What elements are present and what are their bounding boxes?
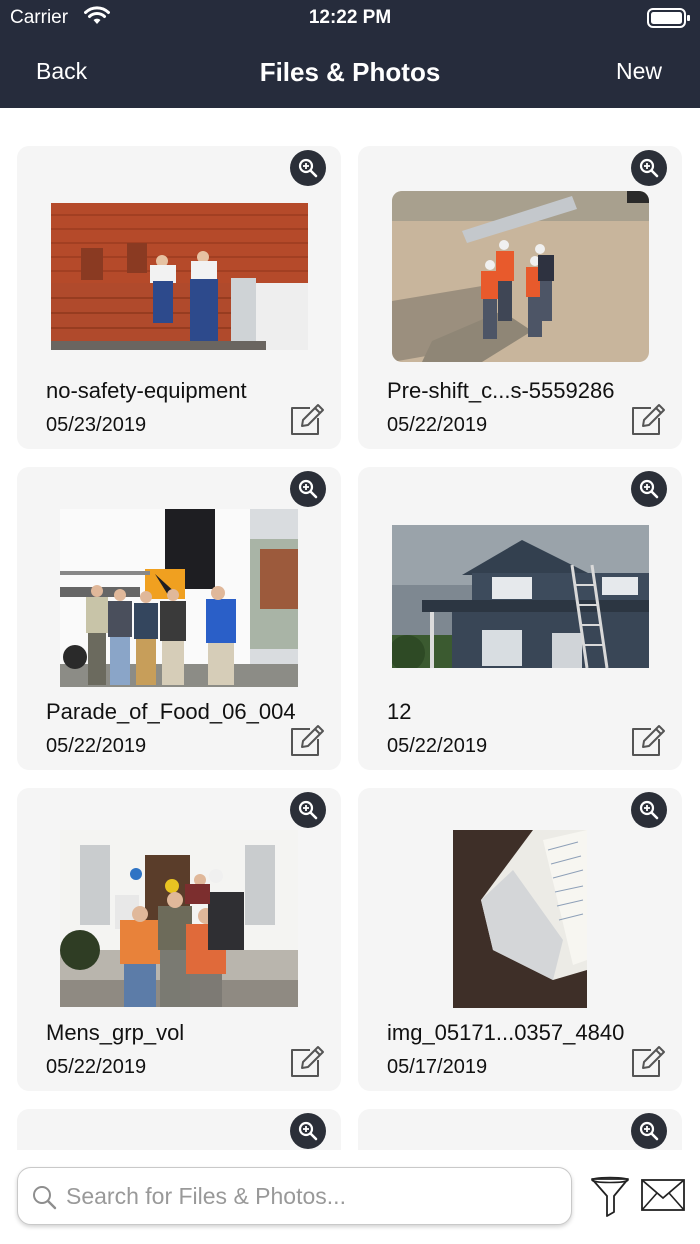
file-title: Parade_of_Food_06_004 — [46, 699, 296, 724]
zoom-in-icon[interactable] — [631, 150, 667, 186]
zoom-in-icon[interactable] — [290, 471, 326, 507]
filter-icon[interactable] — [590, 1176, 630, 1223]
file-date: 05/22/2019 — [387, 414, 488, 436]
page-title: Files & Photos — [259, 57, 441, 87]
file-card[interactable]: no-safety-equipment 05/23/2019 — [17, 146, 341, 449]
bottom-bar — [0, 1150, 700, 1244]
file-date: 05/23/2019 — [46, 414, 147, 436]
file-thumbnail[interactable] — [392, 525, 649, 668]
file-card[interactable]: Mens_grp_vol 05/22/2019 — [17, 788, 341, 1091]
file-thumbnail[interactable] — [392, 191, 649, 362]
file-date: 05/22/2019 — [46, 735, 147, 757]
file-card[interactable]: Pre-shift_c...s-5559286 05/22/2019 — [358, 146, 682, 449]
file-title: no-safety-equipment — [46, 378, 247, 403]
file-date: 05/22/2019 — [387, 735, 488, 757]
mail-icon[interactable] — [640, 1178, 686, 1217]
file-card[interactable]: 12 05/22/2019 — [358, 467, 682, 770]
zoom-in-icon[interactable] — [290, 150, 326, 186]
file-title: img_05171...0357_4840 — [387, 1020, 625, 1045]
zoom-in-icon[interactable] — [631, 471, 667, 507]
edit-icon[interactable] — [288, 402, 326, 438]
zoom-in-icon[interactable] — [631, 1113, 667, 1149]
search-icon — [33, 1186, 57, 1210]
search-input[interactable] — [66, 1176, 556, 1216]
file-thumbnail[interactable] — [453, 830, 587, 1008]
file-card[interactable] — [17, 1109, 341, 1150]
status-time: 12:22 PM — [308, 7, 392, 28]
file-date: 05/22/2019 — [46, 1056, 147, 1078]
file-date: 05/17/2019 — [387, 1056, 488, 1078]
zoom-in-icon[interactable] — [290, 792, 326, 828]
edit-icon[interactable] — [629, 723, 667, 759]
files-grid[interactable]: no-safety-equipment 05/23/2019 Pre-shift… — [0, 108, 700, 1150]
file-card[interactable]: Parade_of_Food_06_004 05/22/2019 — [17, 467, 341, 770]
file-thumbnail[interactable] — [60, 830, 298, 1007]
file-title: 12 — [387, 699, 412, 724]
file-title: Mens_grp_vol — [46, 1020, 185, 1045]
edit-icon[interactable] — [629, 402, 667, 438]
zoom-in-icon[interactable] — [290, 1113, 326, 1149]
edit-icon[interactable] — [629, 1044, 667, 1080]
file-card[interactable] — [358, 1109, 682, 1150]
edit-icon[interactable] — [288, 1044, 326, 1080]
file-thumbnail[interactable] — [60, 509, 298, 687]
edit-icon[interactable] — [288, 723, 326, 759]
file-card[interactable]: img_05171...0357_4840 05/17/2019 — [358, 788, 682, 1091]
status-bar: Carrier 12:22 PM — [0, 0, 700, 36]
search-box[interactable] — [17, 1167, 572, 1225]
zoom-in-icon[interactable] — [631, 792, 667, 828]
file-thumbnail[interactable] — [51, 203, 308, 350]
top-bar: Carrier 12:22 PM Back Files & Photos New — [0, 0, 700, 108]
file-title: Pre-shift_c...s-5559286 — [387, 378, 615, 403]
new-button[interactable]: New — [616, 58, 662, 85]
battery-icon — [647, 8, 691, 34]
